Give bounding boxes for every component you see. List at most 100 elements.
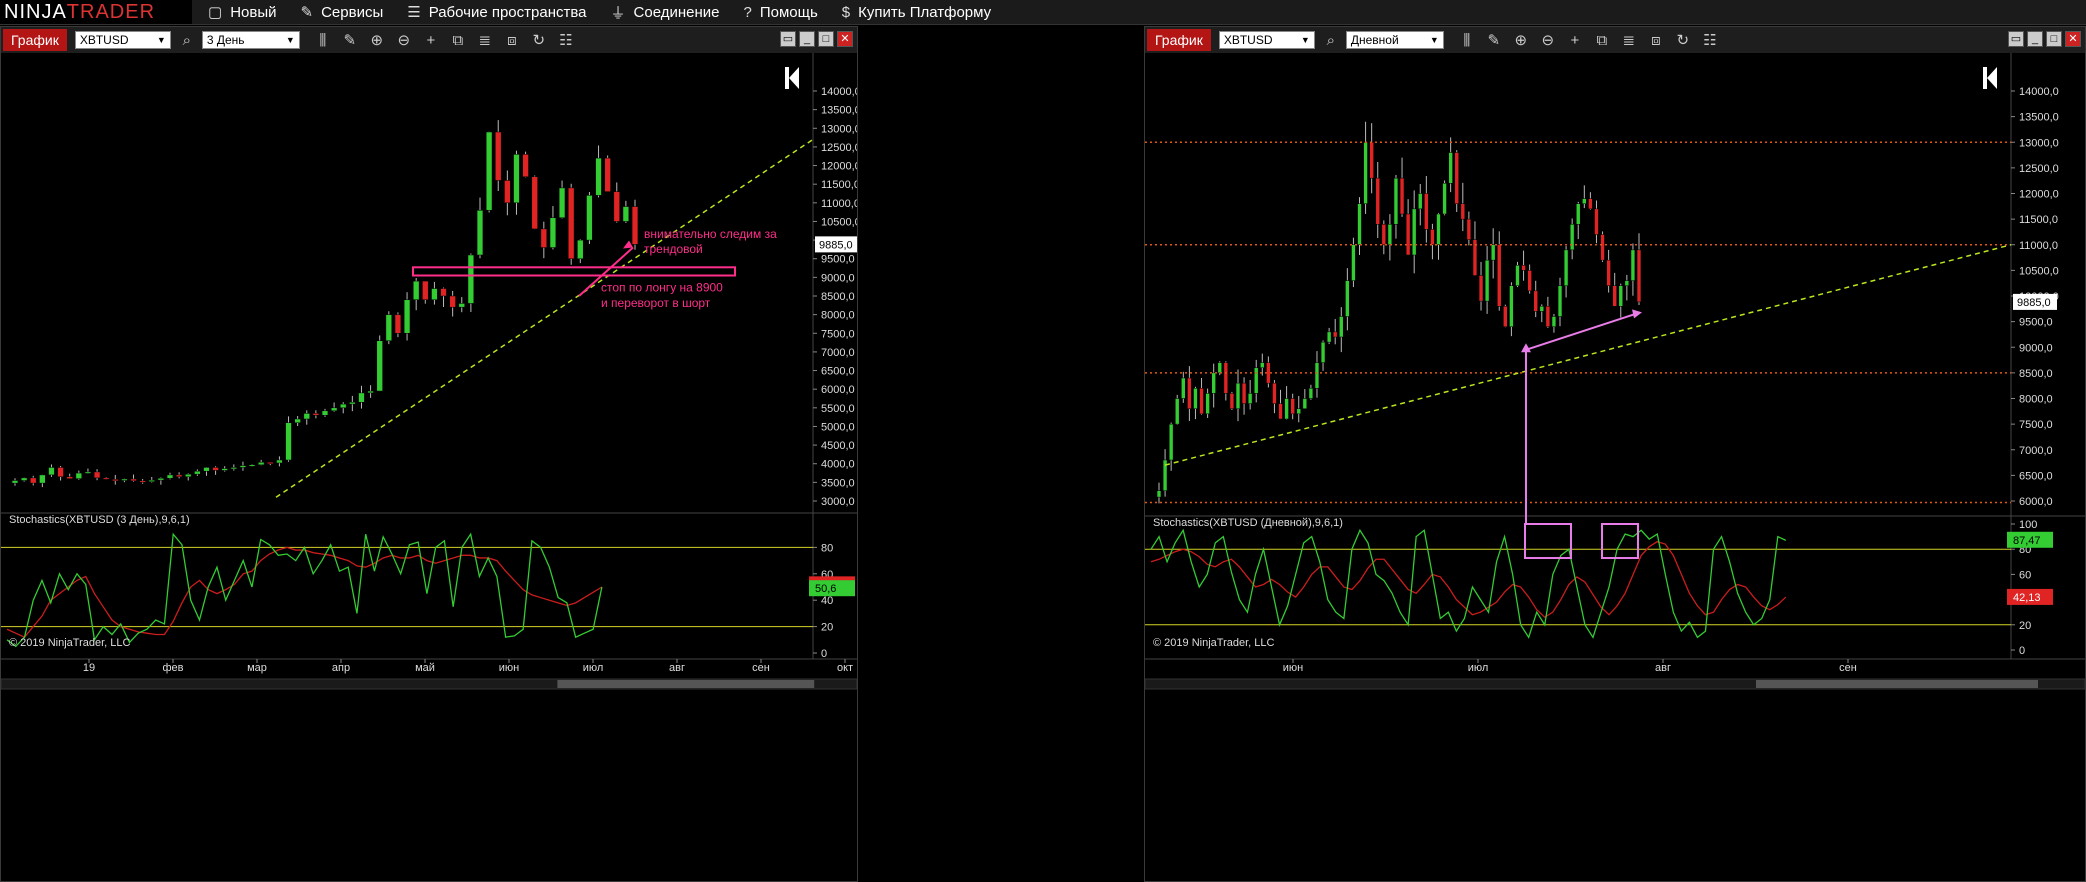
candle-body <box>1187 377 1192 409</box>
data-box-icon[interactable]: ⧉ <box>1591 32 1613 49</box>
price-tick-label: 9000,0 <box>821 272 855 284</box>
indicator-tag-red-value: 42,13 <box>2013 592 2041 604</box>
menu-item-2[interactable]: ☰ Рабочие пространства <box>407 2 586 23</box>
chart-window-left[interactable]: График XBTUSD ▼ ⌕ 3 День ▼ ⫼ ✎ ⊕ ⊖ + ⧉ ≣ ⧈… <box>0 26 858 882</box>
candle-body <box>1430 229 1435 245</box>
candle-body <box>1211 372 1216 394</box>
chart-window-right[interactable]: График XBTUSD ▼ ⌕ Дневной ▼ ⫼ ✎ ⊕ ⊖ + ⧉ ≣ … <box>1144 26 2086 882</box>
candle-body <box>258 461 265 466</box>
minimize-button[interactable]: _ <box>799 31 815 47</box>
chart-annotation-text: внимательно следим за <box>644 227 777 241</box>
restore-button[interactable]: ▭ <box>780 31 796 47</box>
price-tick-label: 7500,0 <box>821 328 855 340</box>
menu-item-4[interactable]: ? Помощь <box>743 2 817 23</box>
pencil-icon[interactable]: ✎ <box>1483 31 1505 49</box>
restore-button[interactable]: ▭ <box>2008 31 2024 47</box>
price-tick-label: 6000,0 <box>821 384 855 396</box>
close-button[interactable]: ✕ <box>837 31 853 47</box>
candle-body <box>221 468 228 471</box>
zoom-out-icon[interactable]: ⊖ <box>1537 31 1559 49</box>
candle-body <box>1497 244 1502 307</box>
candle-body <box>1308 388 1314 399</box>
strategies-icon[interactable]: ⧈ <box>1645 32 1667 49</box>
price-tick-label: 4500,0 <box>821 440 855 452</box>
menu-item-label: Купить Платформу <box>858 3 992 21</box>
price-tick-label: 6500,0 <box>2019 470 2053 482</box>
chart-canvas[interactable]: 14000,0 13500,0 13000,0 12500,0 12000,0 11500… <box>1 53 857 881</box>
instrument-select[interactable]: XBTUSD ▼ <box>1218 31 1315 49</box>
candle-body <box>1260 362 1265 368</box>
menu-item-1[interactable]: ✎ Сервисы <box>301 2 384 23</box>
bar-style-icon[interactable]: ⫼ <box>1456 32 1478 49</box>
candle-body <box>321 410 329 416</box>
candle-body <box>1235 382 1241 409</box>
candle-body <box>1175 398 1180 425</box>
zoom-in-icon[interactable]: ⊕ <box>366 31 388 49</box>
time-tick-label: авг <box>1655 662 1671 674</box>
refresh-icon[interactable]: ↻ <box>1672 31 1694 49</box>
menu-item-0[interactable]: ▢ Новый <box>208 2 277 23</box>
chart-canvas[interactable]: 14000,0 13500,0 13000,0 12500,0 12000,0 11500… <box>1145 53 2085 881</box>
indicators-icon[interactable]: ≣ <box>1618 31 1640 49</box>
properties-icon[interactable]: ☷ <box>555 31 577 49</box>
candle-body <box>194 470 201 475</box>
candle-body <box>586 195 593 241</box>
candle-body <box>476 210 484 256</box>
chart-tab[interactable]: График <box>3 29 67 51</box>
candle-body <box>1594 208 1599 235</box>
search-icon[interactable]: ⌕ <box>1320 32 1342 49</box>
candle-body <box>1600 234 1605 261</box>
workspace-icon: ☰ <box>407 4 421 21</box>
candle-body <box>531 176 538 230</box>
period-select[interactable]: 3 День ▼ <box>201 31 300 49</box>
instrument-select[interactable]: XBTUSD ▼ <box>74 31 171 49</box>
chart-annotation-text: трендовой <box>644 242 703 256</box>
period-select[interactable]: Дневной ▼ <box>1345 31 1444 49</box>
candle-body <box>20 477 28 481</box>
data-box-icon[interactable]: ⧉ <box>447 32 469 49</box>
price-tick-label: 9000,0 <box>2019 342 2053 354</box>
candle-body <box>1569 224 1575 251</box>
price-tick-label: 9500,0 <box>821 254 855 266</box>
refresh-icon[interactable]: ↻ <box>528 31 550 49</box>
menu-item-label: Рабочие пространства <box>428 3 587 21</box>
time-tick-label: сен <box>1839 662 1857 674</box>
search-icon[interactable]: ⌕ <box>176 32 198 49</box>
candle-body <box>1545 306 1551 327</box>
price-tick-label: 8500,0 <box>821 291 855 303</box>
price-tick-label: 11000,0 <box>2019 240 2058 252</box>
indicators-icon[interactable]: ≣ <box>474 31 496 49</box>
price-tick-label: 6000,0 <box>2019 496 2053 508</box>
plug-icon: ⏚ <box>610 4 626 22</box>
bar-style-icon[interactable]: ⫼ <box>312 32 334 49</box>
strategies-icon[interactable]: ⧈ <box>501 32 523 49</box>
candle-body <box>1223 362 1229 394</box>
candle-body <box>148 479 155 482</box>
candle-body <box>1266 362 1271 384</box>
menu-item-5[interactable]: $ Купить Платформу <box>842 2 991 23</box>
crosshair-icon[interactable]: + <box>1564 32 1586 49</box>
jump-to-end-icon <box>785 67 789 89</box>
zoom-out-icon[interactable]: ⊖ <box>393 31 415 49</box>
candle-body <box>248 464 256 467</box>
candle-body <box>485 131 493 211</box>
properties-icon[interactable]: ☷ <box>1699 31 1721 49</box>
maximize-button[interactable]: □ <box>818 31 834 47</box>
candle-body <box>203 467 210 472</box>
minimize-button[interactable]: _ <box>2027 31 2043 47</box>
menu-item-3[interactable]: ⏚ Соединение <box>611 2 720 23</box>
maximize-button[interactable]: □ <box>2046 31 2062 47</box>
candle-body <box>1576 203 1581 225</box>
zoom-in-icon[interactable]: ⊕ <box>1510 31 1532 49</box>
candle-body <box>1247 393 1253 404</box>
candle-body <box>1351 244 1356 281</box>
last-price-value: 9885,0 <box>819 239 853 251</box>
chart-tab[interactable]: График <box>1147 29 1211 51</box>
pencil-icon[interactable]: ✎ <box>339 31 361 49</box>
candle-body <box>1509 285 1514 327</box>
candle-body <box>1229 393 1235 409</box>
crosshair-icon[interactable]: + <box>420 32 442 49</box>
candle-body <box>1533 290 1538 312</box>
close-button[interactable]: ✕ <box>2065 31 2081 47</box>
candle-body <box>1168 423 1174 461</box>
